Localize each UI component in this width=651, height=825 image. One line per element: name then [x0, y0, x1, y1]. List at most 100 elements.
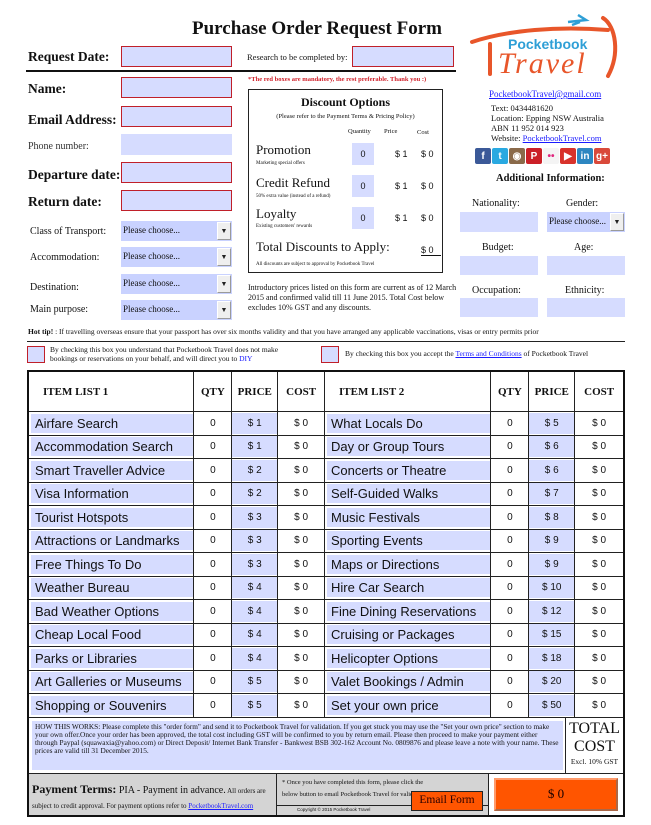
- item-name-1-value[interactable]: Art Galleries or Museums: [31, 672, 194, 692]
- item-name-2[interactable]: What Locals Do: [325, 412, 492, 435]
- qty-1[interactable]: 0: [194, 576, 233, 599]
- chevron-down-icon[interactable]: ▼: [217, 222, 231, 240]
- ethnicity-field[interactable]: [547, 298, 625, 317]
- twitter-icon[interactable]: t: [492, 148, 508, 164]
- qty-2[interactable]: 0: [491, 670, 530, 693]
- item-name-2[interactable]: Hire Car Search: [325, 576, 492, 599]
- qty-2[interactable]: 0: [491, 623, 530, 646]
- item-name-2-value[interactable]: Sporting Events: [327, 531, 491, 551]
- item-name-1[interactable]: Cheap Local Food: [29, 623, 195, 646]
- instagram-icon[interactable]: ◉: [509, 148, 525, 164]
- occupation-field[interactable]: [460, 298, 538, 317]
- item-name-2-value[interactable]: Fine Dining Reservations: [327, 601, 491, 621]
- qty-2[interactable]: 0: [491, 506, 530, 529]
- item-name-1-value[interactable]: Airfare Search: [31, 413, 194, 433]
- item-name-2-value[interactable]: Cruising or Packages: [327, 625, 491, 645]
- item-name-1-value[interactable]: Free Things To Do: [31, 554, 194, 574]
- diy-link[interactable]: DIY: [239, 354, 252, 363]
- youtube-icon[interactable]: ▶: [560, 148, 576, 164]
- destination-select[interactable]: Please choose... ▼: [121, 274, 232, 294]
- item-name-2-value[interactable]: Maps or Directions: [327, 554, 491, 574]
- item-name-1[interactable]: Attractions or Landmarks: [29, 529, 195, 552]
- item-name-1[interactable]: Airfare Search: [29, 412, 195, 435]
- item-name-1[interactable]: Shopping or Souvenirs: [29, 694, 195, 717]
- qty-2[interactable]: 0: [491, 694, 530, 717]
- item-name-2[interactable]: Sporting Events: [325, 529, 492, 552]
- qty-1[interactable]: 0: [194, 647, 233, 670]
- item-name-1-value[interactable]: Cheap Local Food: [31, 625, 194, 645]
- item-name-1[interactable]: Weather Bureau: [29, 576, 195, 599]
- accommodation-select[interactable]: Please choose... ▼: [121, 247, 232, 267]
- item-name-2[interactable]: Cruising or Packages: [325, 623, 492, 646]
- qty-1[interactable]: 0: [194, 694, 233, 717]
- item-name-2-value[interactable]: Music Festivals: [327, 507, 491, 527]
- brand-email-link[interactable]: PocketbookTravel@gmail.com: [489, 89, 601, 99]
- budget-field[interactable]: [460, 256, 538, 275]
- item-name-2-value[interactable]: Hire Car Search: [327, 578, 491, 598]
- item-name-2[interactable]: Fine Dining Reservations: [325, 600, 492, 623]
- qty-2[interactable]: 0: [491, 553, 530, 576]
- item-name-2[interactable]: Concerts or Theatre: [325, 459, 492, 482]
- item-name-1[interactable]: Visa Information: [29, 482, 195, 505]
- facebook-icon[interactable]: f: [475, 148, 491, 164]
- qty-2[interactable]: 0: [491, 435, 530, 458]
- qty-1[interactable]: 0: [194, 600, 233, 623]
- brand-website-link[interactable]: PocketbookTravel.com: [523, 133, 602, 143]
- qty-2[interactable]: 0: [491, 529, 530, 552]
- item-name-2-value[interactable]: Helicopter Options: [327, 648, 491, 668]
- qty-1[interactable]: 0: [194, 412, 233, 435]
- item-name-2[interactable]: Helicopter Options: [325, 647, 492, 670]
- item-name-2-value[interactable]: Concerts or Theatre: [327, 460, 491, 480]
- item-name-1[interactable]: Art Galleries or Museums: [29, 670, 195, 693]
- discount-promotion-qty[interactable]: 0: [352, 143, 374, 165]
- item-name-2[interactable]: Set your own price: [325, 694, 492, 717]
- terms-link[interactable]: Terms and Conditions: [455, 349, 521, 358]
- qty-1[interactable]: 0: [194, 482, 233, 505]
- qty-2[interactable]: 0: [491, 482, 530, 505]
- main-purpose-select[interactable]: Please choose... ▼: [121, 300, 232, 320]
- item-name-1[interactable]: Free Things To Do: [29, 553, 195, 576]
- item-name-2[interactable]: Self-Guided Walks: [325, 482, 492, 505]
- qty-2[interactable]: 0: [491, 459, 530, 482]
- qty-2[interactable]: 0: [491, 412, 530, 435]
- item-name-1[interactable]: Bad Weather Options: [29, 600, 195, 623]
- payment-terms-link[interactable]: PocketbookTravel.com: [188, 802, 253, 810]
- item-name-2[interactable]: Music Festivals: [325, 506, 492, 529]
- email-form-button[interactable]: Email Form: [411, 790, 483, 811]
- qty-2[interactable]: 0: [491, 576, 530, 599]
- qty-2[interactable]: 0: [491, 647, 530, 670]
- qty-1[interactable]: 0: [194, 553, 233, 576]
- phone-field[interactable]: [121, 134, 232, 155]
- qty-1[interactable]: 0: [194, 459, 233, 482]
- qty-1[interactable]: 0: [194, 670, 233, 693]
- discount-loyalty-qty[interactable]: 0: [352, 207, 374, 229]
- item-name-2-value[interactable]: Valet Bookings / Admin: [327, 672, 491, 692]
- item-name-1[interactable]: Accommodation Search: [29, 435, 195, 458]
- item-name-2[interactable]: Day or Group Tours: [325, 435, 492, 458]
- diy-checkbox[interactable]: [27, 346, 45, 363]
- item-name-2-value[interactable]: What Locals Do: [327, 413, 491, 433]
- chevron-down-icon[interactable]: ▼: [610, 213, 624, 231]
- age-field[interactable]: [547, 256, 625, 275]
- googleplus-icon[interactable]: g+: [594, 148, 610, 164]
- discount-credit-refund-qty[interactable]: 0: [352, 175, 374, 197]
- item-name-1[interactable]: Parks or Libraries: [29, 647, 195, 670]
- chevron-down-icon[interactable]: ▼: [217, 301, 231, 319]
- item-name-1-value[interactable]: Visa Information: [31, 484, 194, 504]
- item-name-1[interactable]: Smart Traveller Advice: [29, 459, 195, 482]
- class-of-transport-select[interactable]: Please choose... ▼: [121, 221, 232, 241]
- departure-date-field[interactable]: [121, 162, 232, 183]
- item-name-1-value[interactable]: Parks or Libraries: [31, 648, 194, 668]
- return-date-field[interactable]: [121, 190, 232, 211]
- item-name-2[interactable]: Maps or Directions: [325, 553, 492, 576]
- item-name-1-value[interactable]: Attractions or Landmarks: [31, 531, 194, 551]
- item-name-1[interactable]: Tourist Hotspots: [29, 506, 195, 529]
- item-name-1-value[interactable]: Accommodation Search: [31, 437, 194, 457]
- flickr-icon[interactable]: ••: [543, 148, 559, 164]
- item-name-2-value[interactable]: Day or Group Tours: [327, 437, 491, 457]
- item-name-1-value[interactable]: Weather Bureau: [31, 578, 194, 598]
- research-completed-field[interactable]: [352, 46, 454, 67]
- pinterest-icon[interactable]: P: [526, 148, 542, 164]
- chevron-down-icon[interactable]: ▼: [217, 275, 231, 293]
- item-name-2[interactable]: Valet Bookings / Admin: [325, 670, 492, 693]
